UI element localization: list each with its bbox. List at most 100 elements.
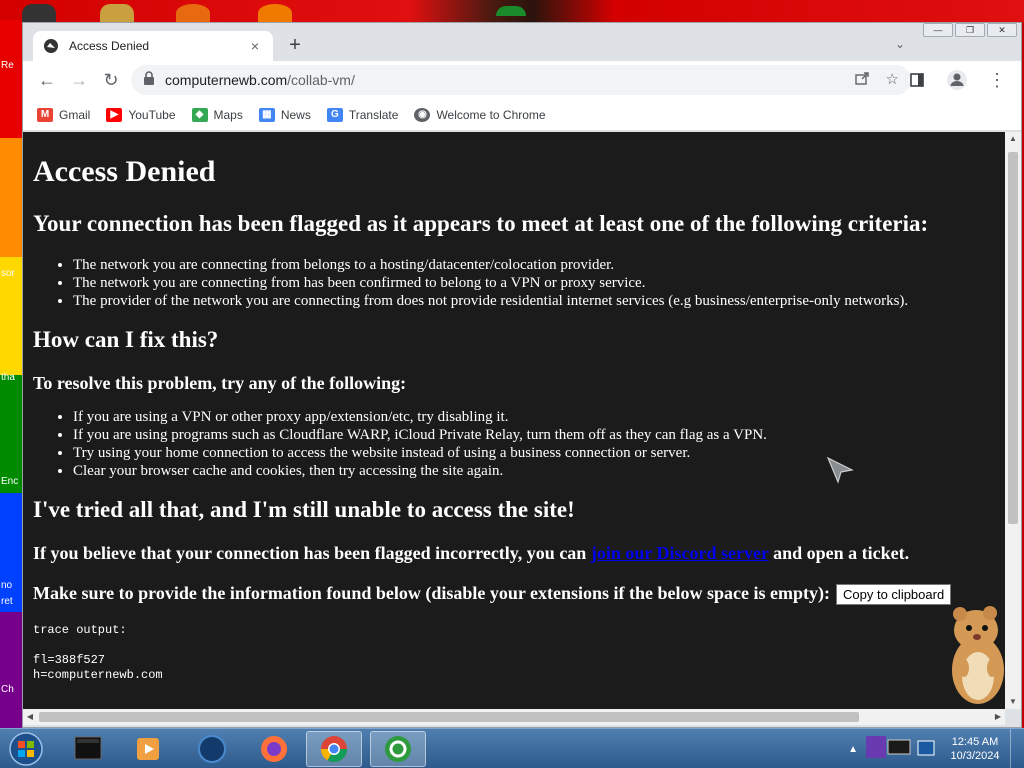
tab-access-denied[interactable]: Access Denied × — [33, 31, 273, 61]
criteria-list: The network you are connecting from belo… — [73, 256, 995, 310]
bookmark-star-icon[interactable]: ☆ — [886, 70, 899, 90]
close-window-button[interactable]: ✕ — [987, 23, 1017, 37]
desktop-icon[interactable] — [258, 4, 292, 22]
copy-to-clipboard-button[interactable]: Copy to clipboard — [836, 584, 952, 606]
list-item: The network you are connecting from belo… — [73, 256, 995, 274]
translate-icon: G — [326, 107, 343, 122]
start-button[interactable] — [6, 731, 46, 767]
cloud-favicon-icon — [43, 38, 59, 54]
address-bar[interactable]: computernewb.com/collab-vm/ ☆ — [131, 65, 911, 95]
stripe-6 — [0, 611, 22, 730]
desktop-label: Re — [1, 60, 14, 71]
desktop-icon[interactable] — [100, 4, 134, 22]
bookmark-news[interactable]: ▦ News — [258, 107, 311, 122]
taskbar-app-firefox[interactable] — [246, 731, 302, 767]
fix-heading: How can I fix this? — [33, 327, 219, 352]
trace-label: trace output: — [33, 623, 127, 638]
bookmark-label: Gmail — [59, 107, 91, 122]
scroll-up-arrow-icon[interactable]: ▲ — [1005, 132, 1021, 146]
lock-icon[interactable] — [143, 70, 155, 90]
tab-title: Access Denied — [69, 39, 150, 53]
bookmark-label: Translate — [348, 107, 399, 122]
taskbar-app-globe[interactable] — [184, 731, 240, 767]
taskbar: ▲ 12:45 AM 10/3/2024 — [0, 728, 1024, 768]
maximize-button[interactable]: ❐ — [955, 23, 985, 37]
clock[interactable]: 12:45 AM 10/3/2024 — [940, 735, 1010, 763]
trace-line: fl=388f527 — [33, 653, 106, 668]
show-desktop-button[interactable] — [1010, 729, 1024, 768]
desktop-label: ret — [1, 596, 13, 607]
taskbar-app-terminal[interactable] — [60, 731, 116, 767]
gmail-icon: M — [37, 107, 53, 122]
horizontal-scroll-thumb[interactable] — [39, 712, 859, 722]
discord-link[interactable]: join our Discord server — [591, 543, 769, 563]
bookmark-label: Maps — [213, 107, 243, 122]
desktop-icon[interactable] — [176, 4, 210, 22]
chrome-window: Access Denied × + ⌄ — ❐ ✕ ← → ↻ computer… — [22, 22, 1022, 728]
desktop-icon[interactable] — [22, 4, 56, 22]
incorrect-prefix: If you believe that your connection has … — [33, 543, 591, 563]
fixes-list: If you are using a VPN or other proxy ap… — [73, 408, 995, 480]
bookmark-welcome-chrome[interactable]: ◉ Welcome to Chrome — [414, 107, 546, 122]
side-panel-icon[interactable] — [901, 64, 933, 96]
list-item: The network you are connecting from has … — [73, 274, 995, 292]
stripe-5 — [0, 493, 22, 612]
page-content: Access Denied Your connection has been f… — [23, 132, 1005, 683]
desktop-icon[interactable] — [496, 6, 526, 16]
window-controls: — ❐ ✕ — [923, 23, 1017, 37]
bookmark-label: News — [280, 107, 311, 122]
bookmark-translate[interactable]: G Translate — [326, 107, 399, 122]
desktop-label: sor — [1, 268, 15, 279]
share-icon[interactable] — [854, 70, 870, 90]
trace-line: h=computernewb.com — [33, 668, 163, 683]
tray-expand-icon[interactable]: ▲ — [848, 744, 858, 755]
resolve-heading: To resolve this problem, try any of the … — [33, 373, 407, 393]
mouse-cursor-icon — [826, 456, 854, 489]
tray-app-icon[interactable] — [864, 732, 912, 767]
list-item: If you are using a VPN or other proxy ap… — [73, 408, 995, 426]
menu-kebab-icon[interactable]: ⋮ — [981, 64, 1013, 96]
clock-time: 12:45 AM — [951, 736, 999, 748]
info-label: Make sure to provide the information fou… — [33, 583, 831, 603]
bookmark-gmail[interactable]: M Gmail — [37, 107, 91, 122]
taskbar-app-media-player[interactable] — [120, 731, 176, 767]
system-tray: ▲ 12:45 AM 10/3/2024 — [848, 729, 1024, 768]
new-tab-button[interactable]: + — [285, 35, 305, 55]
tab-search-chevron-icon[interactable]: ⌄ — [895, 37, 905, 51]
horizontal-scrollbar[interactable]: ◀ ▶ — [23, 709, 1005, 725]
taskbar-app-cleaner[interactable] — [370, 731, 426, 767]
page-title: Access Denied — [33, 155, 216, 188]
bookmark-maps[interactable]: ◆ Maps — [191, 107, 243, 122]
incorrect-flag-text: If you believe that your connection has … — [33, 542, 995, 564]
minimize-button[interactable]: — — [923, 23, 953, 37]
clock-date: 10/3/2024 — [950, 750, 1000, 762]
url-path: /collab-vm/ — [287, 72, 355, 88]
stripe-2 — [0, 138, 22, 257]
browser-toolbar: ← → ↻ computernewb.com/collab-vm/ ☆ ⋮ — [23, 61, 1021, 99]
page-viewport: Access Denied Your connection has been f… — [23, 132, 1005, 709]
vertical-scroll-thumb[interactable] — [1008, 152, 1018, 524]
back-button[interactable]: ← — [31, 64, 63, 96]
taskbar-app-chrome[interactable] — [306, 731, 362, 767]
bookmark-youtube[interactable]: ▶ YouTube — [106, 107, 176, 122]
network-icon[interactable] — [916, 735, 936, 764]
forward-button[interactable]: → — [63, 64, 95, 96]
bookmark-label: Welcome to Chrome — [436, 107, 546, 122]
youtube-icon: ▶ — [106, 107, 123, 122]
desktop-label: Enc — [1, 476, 19, 487]
desktop-label: Ch — [1, 684, 14, 695]
bookmark-label: YouTube — [128, 107, 176, 122]
list-item: If you are using programs such as Cloudf… — [73, 426, 995, 444]
profile-avatar-icon[interactable] — [941, 64, 973, 96]
list-item: Clear your browser cache and cookies, th… — [73, 462, 995, 480]
reload-button[interactable]: ↻ — [95, 64, 127, 96]
url-text[interactable]: computernewb.com/collab-vm/ — [165, 72, 854, 88]
scroll-left-arrow-icon[interactable]: ◀ — [23, 709, 37, 725]
tab-close-icon[interactable]: × — [247, 38, 263, 54]
news-icon: ▦ — [258, 107, 275, 122]
list-item: The provider of the network you are conn… — [73, 292, 995, 310]
info-text: Make sure to provide the information fou… — [33, 582, 995, 606]
desktop-label: no — [1, 580, 13, 591]
flag-heading: Your connection has been flagged as it a… — [33, 211, 929, 236]
maps-icon: ◆ — [191, 107, 208, 122]
